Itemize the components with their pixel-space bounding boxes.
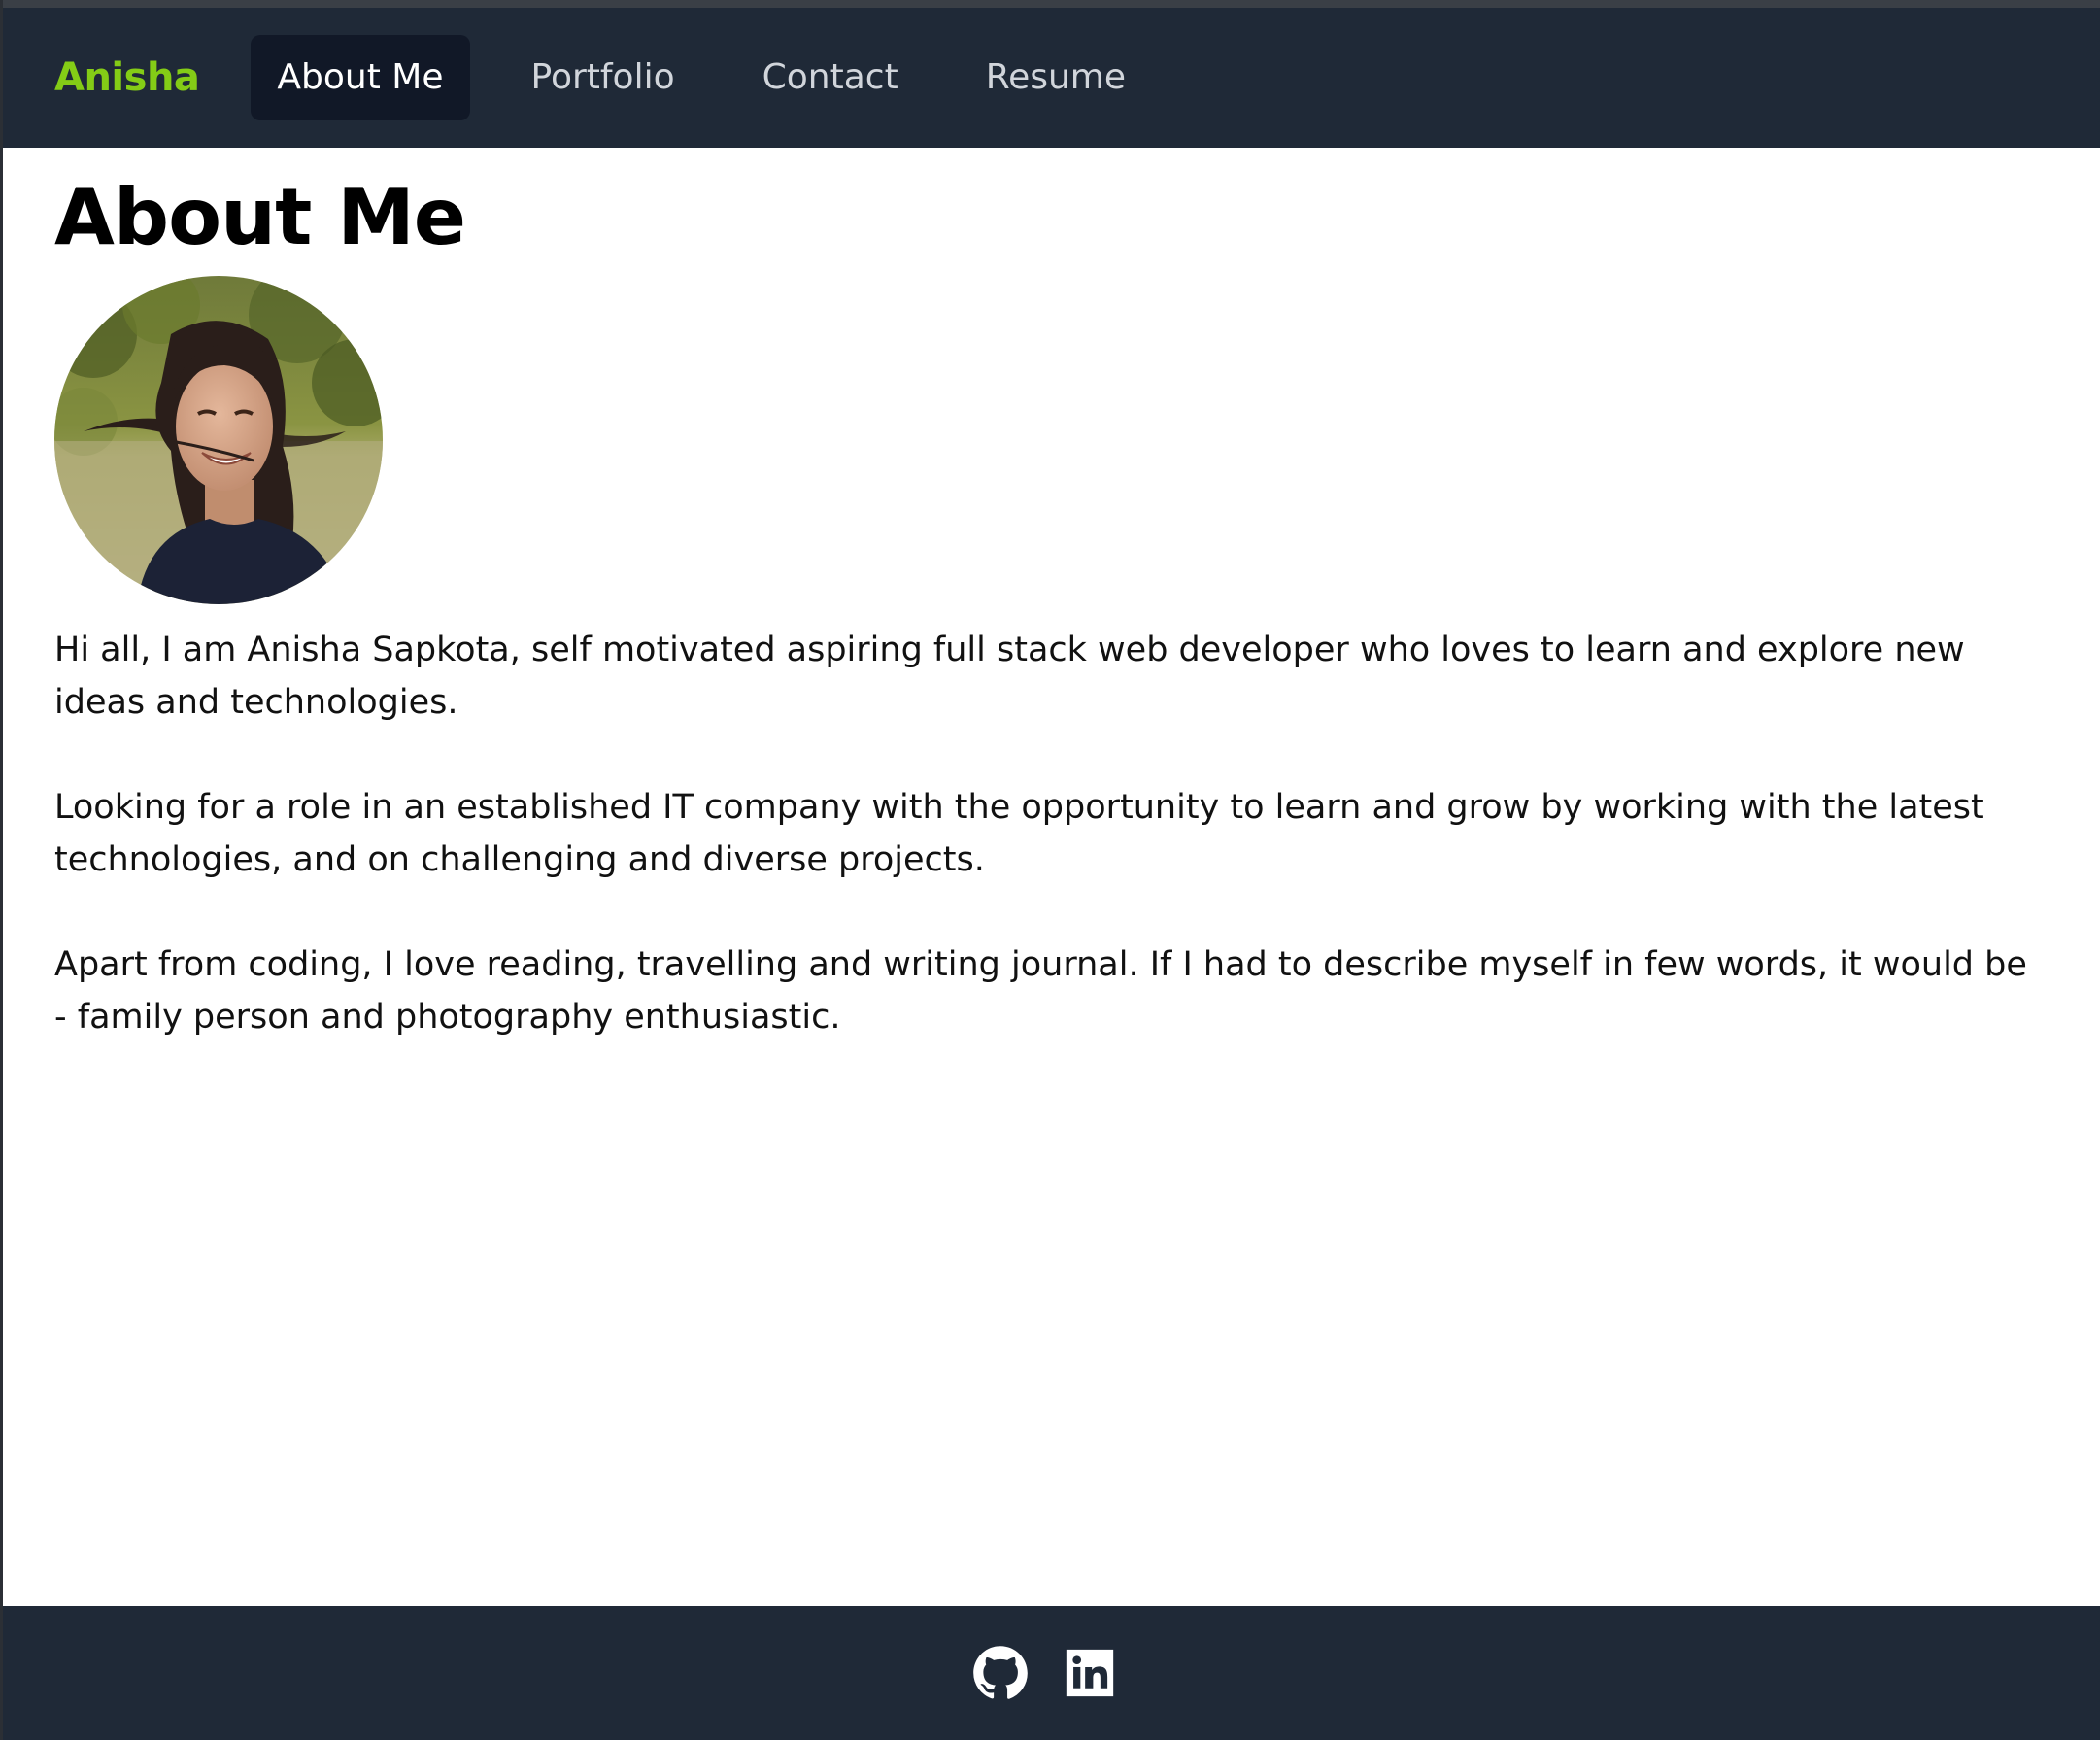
window-left-edge — [0, 0, 3, 1740]
page-title: About Me — [54, 172, 466, 262]
nav-link-resume[interactable]: Resume — [960, 35, 1152, 120]
nav-link-contact[interactable]: Contact — [736, 35, 925, 120]
window-top-edge — [0, 0, 2100, 8]
nav-links: About Me Portfolio Contact Resume — [251, 35, 1187, 120]
profile-photo — [54, 276, 383, 604]
nav-link-portfolio[interactable]: Portfolio — [505, 35, 701, 120]
bio-paragraph-hobbies: Apart from coding, I love reading, trave… — [54, 945, 2027, 1037]
bio-paragraph-intro: Hi all, I am Anisha Sapkota, self motiva… — [54, 631, 1965, 722]
bio-section: Hi all, I am Anisha Sapkota, self motiva… — [54, 624, 2046, 1043]
main-content: About Me Hi all, I am Anisha Sapkota, se… — [54, 148, 2046, 1096]
github-icon[interactable] — [972, 1645, 1029, 1701]
navbar: Anisha About Me Portfolio Contact Resume — [0, 8, 2100, 148]
footer — [0, 1606, 2100, 1740]
linkedin-icon[interactable] — [1062, 1645, 1118, 1701]
bio-paragraph-goal: Looking for a role in an established IT … — [54, 788, 1984, 879]
brand-link[interactable]: Anisha — [54, 55, 200, 100]
nav-link-about-me[interactable]: About Me — [251, 35, 470, 120]
